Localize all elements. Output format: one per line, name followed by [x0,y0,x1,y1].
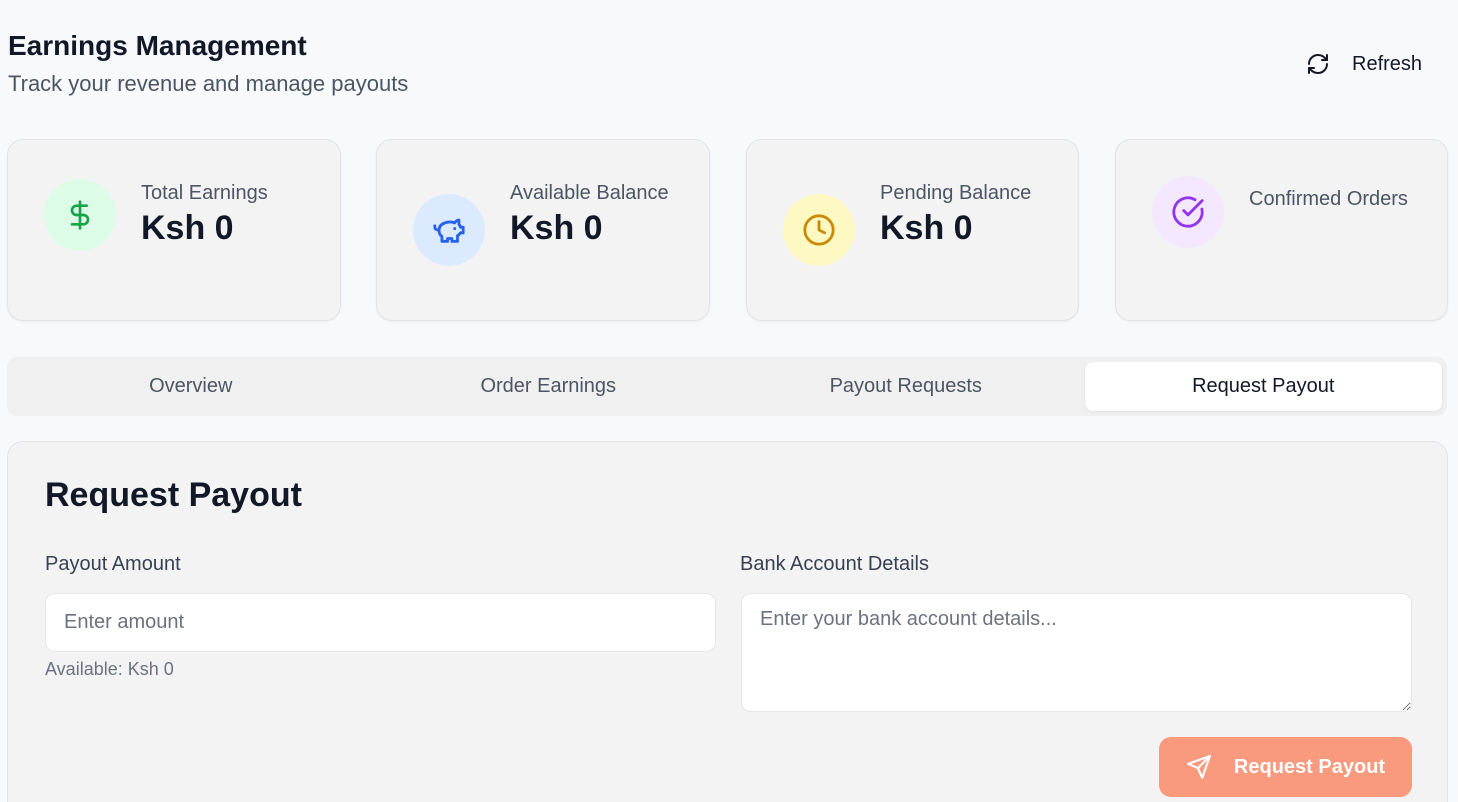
page-subtitle: Track your revenue and manage payouts [8,71,409,96]
clock-icon [783,194,855,266]
dollar-icon [44,179,116,251]
stat-label: Confirmed Orders [1249,188,1408,210]
panel-title: Request Payout [45,476,302,514]
bank-details-label: Bank Account Details [740,553,929,575]
total-earnings-card: Total Earnings Ksh 0 [7,139,341,321]
piggy-bank-icon [413,194,485,266]
earnings-page: Earnings Management Track your revenue a… [0,0,1458,802]
tab-bar: Overview Order Earnings Payout Requests … [7,357,1447,416]
request-payout-panel: Request Payout Payout Amount Available: … [7,441,1448,802]
tab-order-earnings[interactable]: Order Earnings [370,362,728,411]
pending-balance-card: Pending Balance Ksh 0 [746,139,1079,321]
refresh-button[interactable]: Refresh [1294,44,1434,84]
refresh-label: Refresh [1352,52,1423,75]
tab-request-payout[interactable]: Request Payout [1084,362,1442,411]
stat-value: Ksh 0 [141,209,234,247]
request-payout-label: Request Payout [1233,755,1386,778]
tab-payout-requests[interactable]: Payout Requests [727,362,1085,411]
available-balance-card: Available Balance Ksh 0 [376,139,710,321]
send-icon [1186,754,1212,780]
payout-amount-input[interactable] [45,593,716,652]
request-payout-button[interactable]: Request Payout [1159,737,1412,797]
stat-label: Available Balance [510,182,669,204]
stat-value: Ksh 0 [510,209,603,247]
bank-details-textarea[interactable] [741,593,1412,712]
stat-value: Ksh 0 [880,209,973,247]
payout-amount-label: Payout Amount [45,553,181,575]
stat-text: Total Earnings Ksh 0 [141,178,268,250]
page-title: Earnings Management [8,30,307,61]
stat-text: Confirmed Orders [1249,184,1419,212]
refresh-icon [1306,52,1330,76]
tab-overview[interactable]: Overview [12,362,370,411]
stat-label: Total Earnings [141,182,268,204]
stat-label: Pending Balance [880,182,1032,204]
confirmed-orders-card: Confirmed Orders [1115,139,1448,321]
available-balance-hint: Available: Ksh 0 [45,659,174,679]
stat-text: Pending Balance Ksh 0 [880,178,1050,250]
stat-text: Available Balance Ksh 0 [510,178,680,250]
check-circle-icon [1152,176,1224,248]
